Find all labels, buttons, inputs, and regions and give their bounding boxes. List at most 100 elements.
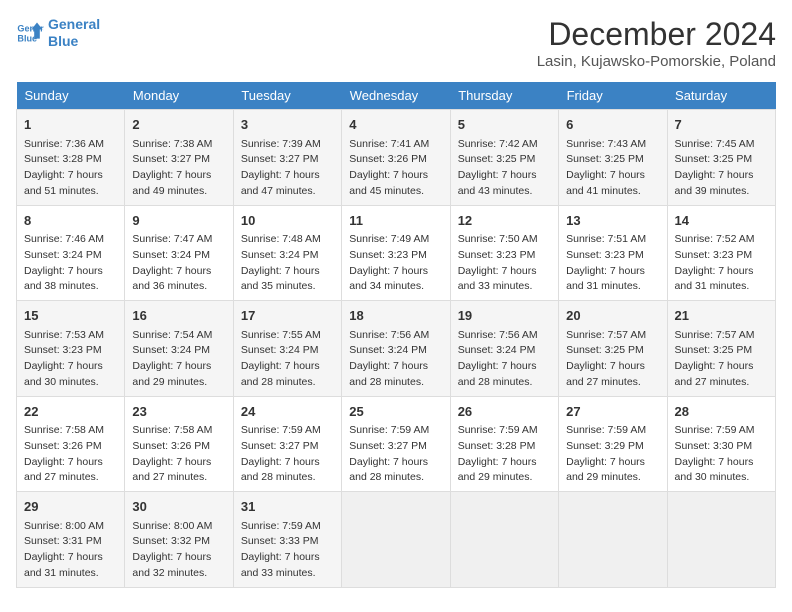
calendar-cell: 6Sunrise: 7:43 AM Sunset: 3:25 PM Daylig… — [559, 110, 667, 206]
day-number: 9 — [132, 211, 225, 231]
logo: General Blue General Blue — [16, 16, 100, 50]
calendar-body: 1Sunrise: 7:36 AM Sunset: 3:28 PM Daylig… — [17, 110, 776, 588]
day-info: Sunrise: 7:45 AM Sunset: 3:25 PM Dayligh… — [675, 137, 768, 200]
calendar-cell: 27Sunrise: 7:59 AM Sunset: 3:29 PM Dayli… — [559, 396, 667, 492]
calendar-cell: 23Sunrise: 7:58 AM Sunset: 3:26 PM Dayli… — [125, 396, 233, 492]
day-number: 1 — [24, 115, 117, 135]
calendar-week-5: 29Sunrise: 8:00 AM Sunset: 3:31 PM Dayli… — [17, 492, 776, 588]
day-number: 7 — [675, 115, 768, 135]
calendar-week-4: 22Sunrise: 7:58 AM Sunset: 3:26 PM Dayli… — [17, 396, 776, 492]
calendar-cell: 17Sunrise: 7:55 AM Sunset: 3:24 PM Dayli… — [233, 301, 341, 397]
day-info: Sunrise: 7:57 AM Sunset: 3:25 PM Dayligh… — [566, 328, 659, 391]
header-wednesday: Wednesday — [342, 82, 450, 110]
calendar-cell: 22Sunrise: 7:58 AM Sunset: 3:26 PM Dayli… — [17, 396, 125, 492]
day-number: 29 — [24, 497, 117, 517]
day-info: Sunrise: 7:50 AM Sunset: 3:23 PM Dayligh… — [458, 232, 551, 295]
day-info: Sunrise: 7:59 AM Sunset: 3:33 PM Dayligh… — [241, 519, 334, 582]
day-info: Sunrise: 7:48 AM Sunset: 3:24 PM Dayligh… — [241, 232, 334, 295]
day-number: 19 — [458, 306, 551, 326]
header-sunday: Sunday — [17, 82, 125, 110]
day-info: Sunrise: 7:57 AM Sunset: 3:25 PM Dayligh… — [675, 328, 768, 391]
day-info: Sunrise: 7:56 AM Sunset: 3:24 PM Dayligh… — [458, 328, 551, 391]
calendar-cell: 2Sunrise: 7:38 AM Sunset: 3:27 PM Daylig… — [125, 110, 233, 206]
day-info: Sunrise: 7:42 AM Sunset: 3:25 PM Dayligh… — [458, 137, 551, 200]
day-number: 23 — [132, 402, 225, 422]
day-info: Sunrise: 8:00 AM Sunset: 3:32 PM Dayligh… — [132, 519, 225, 582]
header-tuesday: Tuesday — [233, 82, 341, 110]
day-info: Sunrise: 7:59 AM Sunset: 3:27 PM Dayligh… — [349, 423, 442, 486]
day-info: Sunrise: 7:39 AM Sunset: 3:27 PM Dayligh… — [241, 137, 334, 200]
calendar-cell: 1Sunrise: 7:36 AM Sunset: 3:28 PM Daylig… — [17, 110, 125, 206]
day-info: Sunrise: 7:55 AM Sunset: 3:24 PM Dayligh… — [241, 328, 334, 391]
day-number: 10 — [241, 211, 334, 231]
day-number: 28 — [675, 402, 768, 422]
header-monday: Monday — [125, 82, 233, 110]
logo-line1: General — [48, 16, 100, 33]
calendar-cell: 21Sunrise: 7:57 AM Sunset: 3:25 PM Dayli… — [667, 301, 775, 397]
day-number: 22 — [24, 402, 117, 422]
day-info: Sunrise: 7:53 AM Sunset: 3:23 PM Dayligh… — [24, 328, 117, 391]
day-info: Sunrise: 7:49 AM Sunset: 3:23 PM Dayligh… — [349, 232, 442, 295]
day-number: 18 — [349, 306, 442, 326]
calendar-cell: 3Sunrise: 7:39 AM Sunset: 3:27 PM Daylig… — [233, 110, 341, 206]
header: General Blue General Blue December 2024 … — [16, 16, 776, 70]
day-info: Sunrise: 7:43 AM Sunset: 3:25 PM Dayligh… — [566, 137, 659, 200]
day-number: 26 — [458, 402, 551, 422]
day-number: 25 — [349, 402, 442, 422]
day-info: Sunrise: 7:59 AM Sunset: 3:29 PM Dayligh… — [566, 423, 659, 486]
day-info: Sunrise: 7:59 AM Sunset: 3:30 PM Dayligh… — [675, 423, 768, 486]
day-number: 14 — [675, 211, 768, 231]
calendar-cell: 10Sunrise: 7:48 AM Sunset: 3:24 PM Dayli… — [233, 205, 341, 301]
header-friday: Friday — [559, 82, 667, 110]
header-saturday: Saturday — [667, 82, 775, 110]
calendar-cell: 25Sunrise: 7:59 AM Sunset: 3:27 PM Dayli… — [342, 396, 450, 492]
main-title: December 2024 — [537, 16, 776, 53]
day-info: Sunrise: 7:59 AM Sunset: 3:28 PM Dayligh… — [458, 423, 551, 486]
subtitle: Lasin, Kujawsko-Pomorskie, Poland — [537, 53, 776, 70]
calendar-cell: 28Sunrise: 7:59 AM Sunset: 3:30 PM Dayli… — [667, 396, 775, 492]
day-number: 11 — [349, 211, 442, 231]
calendar-cell — [342, 492, 450, 588]
day-number: 2 — [132, 115, 225, 135]
day-info: Sunrise: 7:58 AM Sunset: 3:26 PM Dayligh… — [132, 423, 225, 486]
calendar-cell: 5Sunrise: 7:42 AM Sunset: 3:25 PM Daylig… — [450, 110, 558, 206]
day-info: Sunrise: 7:51 AM Sunset: 3:23 PM Dayligh… — [566, 232, 659, 295]
day-info: Sunrise: 7:52 AM Sunset: 3:23 PM Dayligh… — [675, 232, 768, 295]
day-number: 17 — [241, 306, 334, 326]
title-block: December 2024 Lasin, Kujawsko-Pomorskie,… — [537, 16, 776, 70]
day-number: 27 — [566, 402, 659, 422]
calendar-week-3: 15Sunrise: 7:53 AM Sunset: 3:23 PM Dayli… — [17, 301, 776, 397]
day-number: 21 — [675, 306, 768, 326]
day-number: 8 — [24, 211, 117, 231]
calendar-cell: 24Sunrise: 7:59 AM Sunset: 3:27 PM Dayli… — [233, 396, 341, 492]
calendar-cell: 7Sunrise: 7:45 AM Sunset: 3:25 PM Daylig… — [667, 110, 775, 206]
calendar-cell: 19Sunrise: 7:56 AM Sunset: 3:24 PM Dayli… — [450, 301, 558, 397]
day-number: 20 — [566, 306, 659, 326]
day-number: 16 — [132, 306, 225, 326]
calendar-table: SundayMondayTuesdayWednesdayThursdayFrid… — [16, 82, 776, 588]
calendar-cell: 29Sunrise: 8:00 AM Sunset: 3:31 PM Dayli… — [17, 492, 125, 588]
calendar-cell: 9Sunrise: 7:47 AM Sunset: 3:24 PM Daylig… — [125, 205, 233, 301]
day-number: 5 — [458, 115, 551, 135]
day-number: 31 — [241, 497, 334, 517]
day-info: Sunrise: 7:59 AM Sunset: 3:27 PM Dayligh… — [241, 423, 334, 486]
day-info: Sunrise: 7:54 AM Sunset: 3:24 PM Dayligh… — [132, 328, 225, 391]
day-info: Sunrise: 7:58 AM Sunset: 3:26 PM Dayligh… — [24, 423, 117, 486]
calendar-cell: 4Sunrise: 7:41 AM Sunset: 3:26 PM Daylig… — [342, 110, 450, 206]
calendar-cell: 18Sunrise: 7:56 AM Sunset: 3:24 PM Dayli… — [342, 301, 450, 397]
day-number: 15 — [24, 306, 117, 326]
logo-line2: Blue — [48, 33, 100, 50]
day-info: Sunrise: 7:38 AM Sunset: 3:27 PM Dayligh… — [132, 137, 225, 200]
calendar-cell — [559, 492, 667, 588]
calendar-cell: 13Sunrise: 7:51 AM Sunset: 3:23 PM Dayli… — [559, 205, 667, 301]
calendar-week-2: 8Sunrise: 7:46 AM Sunset: 3:24 PM Daylig… — [17, 205, 776, 301]
calendar-header-row: SundayMondayTuesdayWednesdayThursdayFrid… — [17, 82, 776, 110]
calendar-cell: 8Sunrise: 7:46 AM Sunset: 3:24 PM Daylig… — [17, 205, 125, 301]
calendar-cell: 30Sunrise: 8:00 AM Sunset: 3:32 PM Dayli… — [125, 492, 233, 588]
calendar-cell: 16Sunrise: 7:54 AM Sunset: 3:24 PM Dayli… — [125, 301, 233, 397]
calendar-cell — [667, 492, 775, 588]
day-info: Sunrise: 7:56 AM Sunset: 3:24 PM Dayligh… — [349, 328, 442, 391]
calendar-cell: 15Sunrise: 7:53 AM Sunset: 3:23 PM Dayli… — [17, 301, 125, 397]
day-info: Sunrise: 7:41 AM Sunset: 3:26 PM Dayligh… — [349, 137, 442, 200]
calendar-week-1: 1Sunrise: 7:36 AM Sunset: 3:28 PM Daylig… — [17, 110, 776, 206]
